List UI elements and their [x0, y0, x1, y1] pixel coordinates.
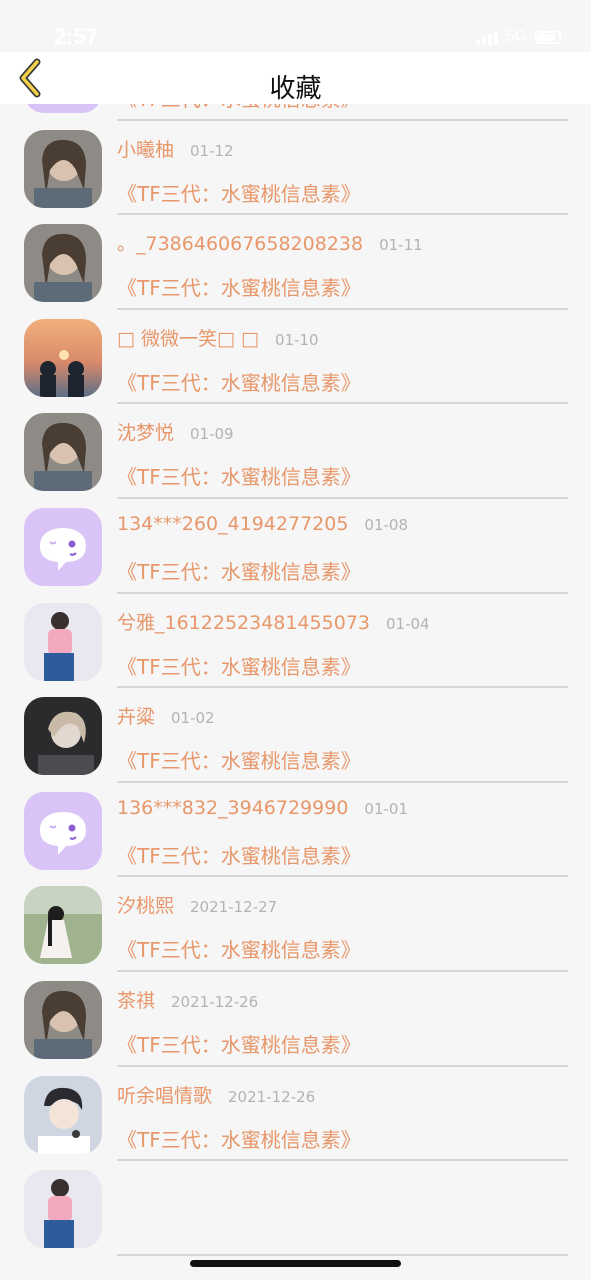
list-item[interactable]: 茶祺 2021-12-26 《TF三代：水蜜桃信息素》: [0, 972, 591, 1067]
item-date: 01-02: [171, 709, 215, 728]
topic-link[interactable]: 《TF三代：水蜜桃信息素》: [117, 745, 361, 774]
avatar[interactable]: [24, 1075, 102, 1154]
item-date: 01-08: [364, 516, 409, 534]
avatar[interactable]: [24, 224, 102, 303]
user-name[interactable]: 卉粱: [117, 702, 155, 729]
item-date: 01-12: [190, 141, 234, 160]
list-item[interactable]: [0, 1161, 591, 1256]
topic-link[interactable]: 《TF三代：水蜜桃信息素》: [117, 178, 361, 207]
topic-link[interactable]: 《TF三代：水蜜桃信息素》: [117, 1029, 361, 1058]
list-item[interactable]: 汐桃熙 2021-12-27 《TF三代：水蜜桃信息素》: [0, 877, 591, 972]
topic-link[interactable]: 《TF三代：水蜜桃信息素》: [117, 272, 361, 301]
list-item[interactable]: 兮雅_16122523481455073 01-04 《TF三代：水蜜桃信息素》: [0, 594, 591, 689]
item-date: 01-11: [379, 236, 423, 255]
avatar[interactable]: [24, 602, 102, 681]
item-date: 01-09: [190, 425, 234, 444]
user-name[interactable]: 茶祺: [117, 986, 155, 1013]
status-time: 2:57: [54, 24, 99, 49]
list-item[interactable]: 沈梦悦 01-09 《TF三代：水蜜桃信息素》: [0, 404, 591, 499]
favorites-list[interactable]: 《TF三代：水蜜桃信息素》134***516_929817304901-13《T…: [0, 0, 591, 1280]
list-item[interactable]: 。_738646067658208238 01-11 《TF三代：水蜜桃信息素》: [0, 215, 591, 310]
battery-icon: [535, 30, 561, 44]
item-meta: 听余唱情歌 2021-12-26: [117, 1081, 315, 1108]
item-date: 2021-12-27: [190, 898, 278, 917]
user-name[interactable]: □ 微微一笑□ □: [117, 324, 259, 351]
item-date: 01-04: [386, 614, 430, 633]
list-item[interactable]: 136***832_3946729990 01-01 《TF三代：水蜜桃信息素》: [0, 783, 591, 878]
topic-link[interactable]: 《TF三代：水蜜桃信息素》: [117, 840, 361, 869]
item-meta: □ 微微一笑□ □ 01-10: [117, 324, 319, 351]
item-meta: 沈梦悦 01-09: [117, 418, 234, 445]
default-chat-avatar-icon[interactable]: [24, 508, 102, 586]
item-date: 01-01: [364, 799, 409, 818]
user-name[interactable]: 汐桃熙: [117, 891, 174, 918]
home-indicator[interactable]: [190, 1260, 401, 1267]
status-bar: 2:57 5G: [0, 0, 591, 52]
item-meta: 兮雅_16122523481455073 01-04: [117, 608, 430, 635]
list-item[interactable]: 卉粱 01-02 《TF三代：水蜜桃信息素》: [0, 688, 591, 783]
default-chat-avatar-icon[interactable]: [24, 791, 102, 870]
avatar[interactable]: [24, 697, 102, 776]
user-name[interactable]: 沈梦悦: [117, 418, 174, 445]
topic-link[interactable]: 《TF三代：水蜜桃信息素》: [117, 367, 361, 396]
item-date: 2021-12-26: [228, 1087, 316, 1106]
nav-header: 收藏: [0, 52, 591, 104]
avatar[interactable]: [24, 413, 102, 492]
avatar[interactable]: [24, 886, 102, 965]
item-date: 01-10: [274, 330, 319, 349]
item-meta: 136***832_3946729990 01-01: [117, 797, 408, 819]
item-meta: 茶祺 2021-12-26: [117, 986, 258, 1013]
page-title: 收藏: [269, 74, 322, 104]
user-name[interactable]: 小曦柚: [117, 135, 174, 162]
network-type: 5G: [505, 28, 527, 45]
avatar[interactable]: [24, 981, 102, 1059]
topic-link[interactable]: 《TF三代：水蜜桃信息素》: [117, 461, 361, 490]
item-meta: 。_738646067658208238 01-11: [117, 229, 423, 256]
list-item[interactable]: 134***260_4194277205 01-08 《TF三代：水蜜桃信息素》: [0, 499, 591, 594]
user-name[interactable]: 听余唱情歌: [117, 1081, 212, 1108]
topic-link[interactable]: 《TF三代：水蜜桃信息素》: [117, 934, 361, 963]
user-name[interactable]: 136***832_3946729990: [117, 797, 348, 819]
list-item[interactable]: 小曦柚 01-12 《TF三代：水蜜桃信息素》: [0, 121, 591, 216]
topic-link[interactable]: 《TF三代：水蜜桃信息素》: [117, 556, 361, 585]
avatar[interactable]: [24, 318, 102, 397]
topic-link[interactable]: 《TF三代：水蜜桃信息素》: [117, 1124, 361, 1153]
item-date: 2021-12-26: [171, 993, 259, 1011]
list-item[interactable]: □ 微微一笑□ □ 01-10 《TF三代：水蜜桃信息素》: [0, 310, 591, 405]
divider: [117, 1253, 568, 1256]
topic-link[interactable]: 《TF三代：水蜜桃信息素》: [117, 651, 361, 680]
user-name[interactable]: 。_738646067658208238: [117, 229, 363, 256]
status-indicators: 5G: [475, 28, 561, 46]
signal-icon: [475, 29, 498, 45]
user-name[interactable]: 134***260_4194277205: [117, 513, 348, 535]
avatar[interactable]: [24, 129, 102, 208]
user-name[interactable]: 兮雅_16122523481455073: [117, 608, 370, 635]
item-meta: 小曦柚 01-12: [117, 135, 234, 162]
item-meta: 汐桃熙 2021-12-27: [117, 891, 277, 918]
avatar[interactable]: [24, 1170, 102, 1249]
item-meta: 134***260_4194277205 01-08: [117, 513, 408, 535]
list-item[interactable]: 听余唱情歌 2021-12-26 《TF三代：水蜜桃信息素》: [0, 1067, 591, 1162]
item-meta: 卉粱 01-02: [117, 702, 215, 729]
